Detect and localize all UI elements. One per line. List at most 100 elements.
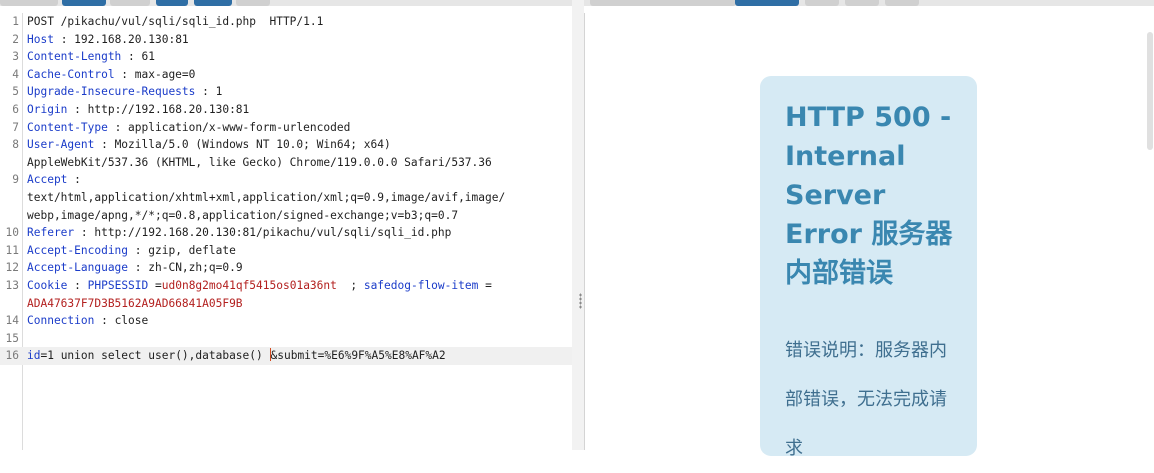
line-number: 6 [12, 102, 19, 116]
line-text: Accept : [27, 171, 81, 189]
line-text: webp,image/apng,*/*;q=0.8,application/si… [27, 207, 458, 225]
header-value: : close [94, 314, 149, 328]
request-line[interactable]: AppleWebKit/537.36 (KHTML, like Gecko) C… [0, 154, 572, 172]
header-value: POST /pikachu/vul/sqli/sqli_id.php HTTP/… [27, 15, 324, 28]
line-number: 12 [5, 261, 19, 275]
line-text: User-Agent : Mozilla/5.0 (Windows NT 10.… [27, 136, 391, 154]
request-line[interactable]: webp,image/apng,*/*;q=0.8,application/si… [0, 207, 572, 225]
line-text: POST /pikachu/vul/sqli/sqli_id.php HTTP/… [27, 13, 323, 31]
request-line[interactable]: 9 Accept : [0, 171, 572, 189]
line-number: 14 [5, 314, 19, 328]
request-line[interactable]: 2 Host : 192.168.20.130:81 [0, 31, 572, 49]
header-key: safedog-flow-item [363, 278, 479, 292]
header-key: PHPSESSID [87, 278, 149, 292]
request-tab-menu[interactable] [236, 0, 270, 6]
header-value: : [67, 173, 81, 187]
header-value: &submit=%E6%9F%A5%E8%AF%A2 [270, 349, 446, 363]
request-line[interactable]: 15 [0, 330, 572, 348]
vertical-scrollbar[interactable] [1147, 32, 1153, 150]
response-tab-option[interactable] [805, 0, 839, 6]
header-key: Origin [27, 102, 68, 116]
header-key: Content-Type [27, 120, 108, 134]
line-text: Cookie : PHPSESSID =ud0n8g2mo41qf5415os0… [27, 277, 492, 295]
response-render-panel: HTTP 500 - Internal Server Error 服务器内部错误… [584, 13, 1154, 459]
header-value: : gzip, deflate [128, 243, 236, 257]
header-key: Host [27, 32, 54, 46]
response-tab-render[interactable] [735, 0, 799, 6]
request-line[interactable]: 11 Accept-Encoding : gzip, deflate [0, 242, 572, 260]
line-number: 3 [12, 50, 19, 64]
request-line[interactable]: 8 User-Agent : Mozilla/5.0 (Windows NT 10… [0, 136, 572, 154]
line-text: Upgrade-Insecure-Requests : 1 [27, 83, 222, 101]
header-value: : 192.168.20.130:81 [53, 32, 189, 46]
header-key: Cookie [27, 278, 68, 292]
header-value: ; [336, 278, 364, 292]
request-editor[interactable]: 1 POST /pikachu/vul/sqli/sqli_id.php HTTP… [0, 13, 572, 450]
line-text: Accept-Language : zh-CN,zh;q=0.9 [27, 259, 243, 277]
request-tab-strip [0, 0, 572, 6]
request-line[interactable]: 7 Content-Type : application/x-www-form-u… [0, 119, 572, 137]
header-key: id [27, 349, 41, 363]
line-number: 13 [5, 278, 19, 292]
header-key: Connection [27, 314, 95, 328]
pane-splitter[interactable] [572, 0, 584, 450]
request-line[interactable]: 1 POST /pikachu/vul/sqli/sqli_id.php HTTP… [0, 13, 572, 31]
header-value: : zh-CN,zh;q=0.9 [128, 261, 243, 275]
request-code[interactable]: 1 POST /pikachu/vul/sqli/sqli_id.php HTTP… [0, 13, 572, 365]
header-value: : http://192.168.20.130:81 [67, 102, 250, 116]
request-line[interactable]: text/html,application/xhtml+xml,applicat… [0, 189, 572, 207]
response-tab-raw[interactable] [590, 0, 736, 6]
header-value: : http://192.168.20.130:81/pikachu/vul/s… [74, 226, 452, 240]
line-text: id=1 union select user(),database() &sub… [27, 347, 446, 365]
line-number: 1 [12, 15, 19, 28]
header-value: =1 union select user(),database() [40, 349, 270, 363]
line-text: Origin : http://192.168.20.130:81 [27, 101, 249, 119]
request-line[interactable]: 3 Content-Length : 61 [0, 48, 572, 66]
header-value: : [67, 278, 88, 292]
line-text: text/html,application/xhtml+xml,applicat… [27, 189, 505, 207]
request-line[interactable]: 6 Origin : http://192.168.20.130:81 [0, 101, 572, 119]
header-key: User-Agent [27, 138, 95, 152]
request-line[interactable]: 13 Cookie : PHPSESSID =ud0n8g2mo41qf5415o… [0, 277, 572, 295]
request-line[interactable]: 5 Upgrade-Insecure-Requests : 1 [0, 83, 572, 101]
request-line[interactable]: 12 Accept-Language : zh-CN,zh;q=0.9 [0, 259, 572, 277]
request-tab-pretty[interactable] [0, 0, 58, 6]
header-key: Upgrade-Insecure-Requests [27, 85, 196, 99]
line-text: AppleWebKit/537.36 (KHTML, like Gecko) C… [27, 154, 492, 172]
header-value: text/html,application/xhtml+xml,applicat… [27, 190, 506, 204]
header-key: Accept-Encoding [27, 243, 129, 257]
error-description: 错误说明：服务器内部错误，无法完成请求 [785, 340, 947, 459]
line-text: Content-Length : 61 [27, 48, 155, 66]
response-tab-menu[interactable] [885, 0, 919, 6]
header-value: : 1 [195, 85, 223, 99]
request-tab-raw[interactable] [62, 0, 106, 6]
request-tab-option[interactable] [156, 0, 188, 6]
request-tab-newline[interactable] [194, 0, 232, 6]
line-text: Cache-Control : max-age=0 [27, 66, 195, 84]
line-text: Referer : http://192.168.20.130:81/pikac… [27, 224, 451, 242]
line-number: 10 [5, 226, 19, 240]
header-value: webp,image/apng,*/*;q=0.8,application/si… [27, 208, 459, 222]
header-value: = [148, 278, 162, 292]
error-title: HTTP 500 - Internal Server Error 服务器内部错误 [785, 102, 953, 289]
header-key: Cache-Control [27, 67, 115, 81]
request-tab-hex[interactable] [110, 0, 150, 6]
request-line[interactable]: 16 id=1 union select user(),database() &s… [0, 347, 572, 365]
header-value: : application/x-www-form-urlencoded [107, 120, 351, 134]
line-number: 9 [12, 173, 19, 187]
line-number: 4 [12, 67, 19, 81]
line-number: 2 [12, 32, 19, 46]
header-value: : Mozilla/5.0 (Windows NT 10.0; Win64; x… [94, 138, 391, 152]
cookie-value: ud0n8g2mo41qf5415os01a36nt [161, 278, 337, 292]
line-number: 15 [5, 331, 19, 345]
response-tab-newline[interactable] [845, 0, 879, 6]
request-line[interactable]: 4 Cache-Control : max-age=0 [0, 66, 572, 84]
line-number: 7 [12, 120, 19, 134]
request-line[interactable]: 10 Referer : http://192.168.20.130:81/pik… [0, 224, 572, 242]
splitter-grip-icon[interactable] [579, 293, 582, 309]
request-line[interactable]: 14 Connection : close [0, 312, 572, 330]
header-key: Accept [27, 173, 68, 187]
header-value: = [478, 278, 492, 292]
header-key: Content-Length [27, 50, 122, 64]
request-line[interactable]: ADA47637F7D3B5162A9AD66841A05F9B [0, 295, 572, 313]
